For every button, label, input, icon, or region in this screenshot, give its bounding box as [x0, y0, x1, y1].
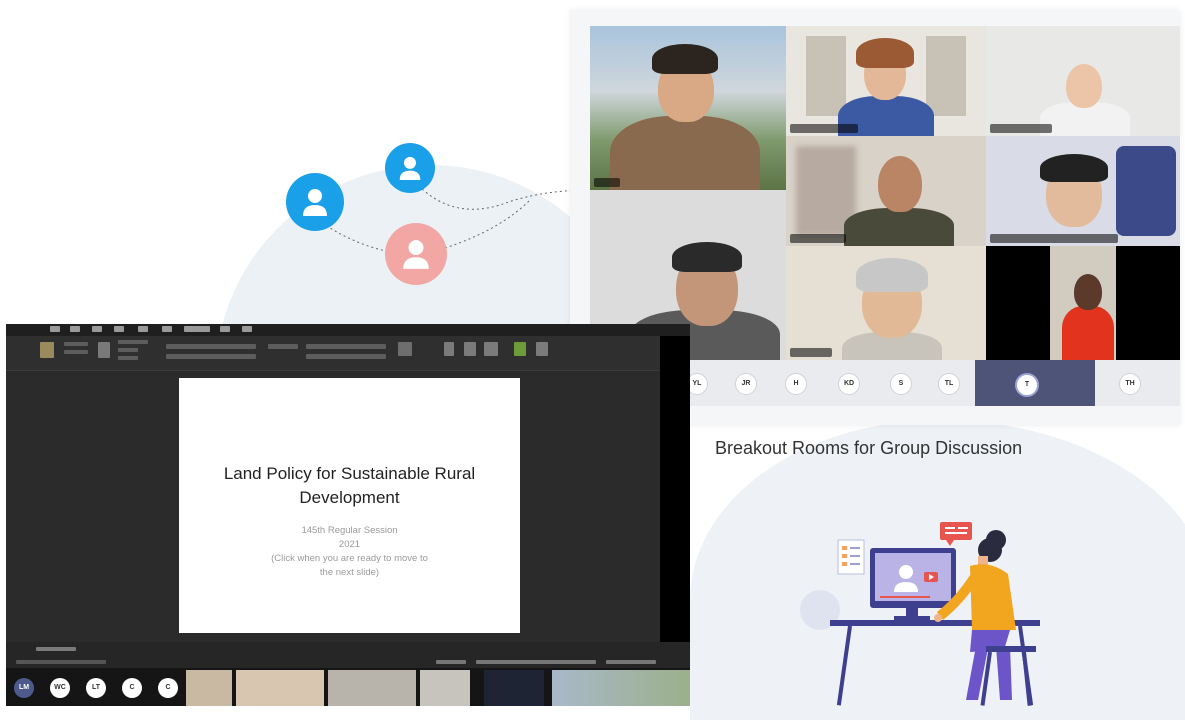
- participant-avatar[interactable]: H: [785, 373, 807, 395]
- ribbon-tabs: [6, 324, 690, 336]
- video-tile[interactable]: [786, 136, 986, 246]
- participant-name-tag: [990, 234, 1118, 243]
- connector-line: [414, 181, 591, 210]
- participant-name-tag: [790, 348, 832, 357]
- slide-subtitle: 145th Regular Session 2021 (Click when y…: [179, 524, 520, 580]
- participant-video-thumb[interactable]: [484, 670, 544, 706]
- video-tile[interactable]: [590, 26, 786, 190]
- slide-instruction: (Click when you are ready to move to: [271, 553, 428, 564]
- participant-video-thumb[interactable]: [328, 670, 416, 706]
- video-tile[interactable]: [986, 246, 1180, 360]
- window-edge: [660, 336, 690, 666]
- participant-video-thumb[interactable]: [420, 670, 470, 706]
- participant-video-thumb[interactable]: [236, 670, 324, 706]
- participant-avatar-active[interactable]: T: [1015, 373, 1039, 397]
- participant-avatar[interactable]: C: [122, 678, 142, 698]
- participant-name-tag: [790, 234, 846, 243]
- slide-title-line: Development: [299, 488, 400, 507]
- slide-session: 145th Regular Session: [301, 525, 398, 536]
- participant-avatar[interactable]: LT: [86, 678, 106, 698]
- participant-name-tag: [990, 124, 1052, 133]
- participant-avatar[interactable]: KD: [838, 373, 860, 395]
- chat-bubble-icon: [940, 522, 972, 546]
- participant-name-tag: [790, 124, 858, 133]
- participant-video-thumb[interactable]: [552, 670, 690, 706]
- user-icon: [303, 189, 327, 216]
- user-node-pink: [385, 223, 447, 285]
- status-bar: [6, 642, 690, 668]
- online-learning-illustration: [800, 522, 1040, 706]
- participant-avatar[interactable]: WC: [50, 678, 70, 698]
- video-tile[interactable]: [786, 246, 986, 360]
- checklist-icon: [837, 539, 865, 575]
- network-connector-lines: [317, 181, 591, 256]
- slide-year: 2021: [338, 539, 361, 550]
- video-grid: [590, 26, 1180, 360]
- participant-avatar[interactable]: LM: [14, 678, 34, 698]
- slide-title-line: Land Policy for Sustainable Rural: [223, 464, 476, 483]
- participant-name-tag: [990, 348, 1050, 357]
- user-node-blue-small: [385, 143, 435, 193]
- participant-avatar[interactable]: TH: [1119, 373, 1141, 395]
- participant-name-tag: [594, 178, 620, 187]
- video-tile[interactable]: [986, 136, 1180, 246]
- ribbon-toolbar: [6, 336, 690, 371]
- participant-video-thumb[interactable]: [186, 670, 232, 706]
- breakout-caption: Breakout Rooms for Group Discussion: [715, 438, 1023, 458]
- participant-avatar[interactable]: C: [158, 678, 178, 698]
- participant-avatar[interactable]: JR: [735, 373, 757, 395]
- user-icon: [403, 240, 429, 269]
- participant-avatar[interactable]: TL: [938, 373, 960, 395]
- meeting-participant-strip: LM WC LT C C: [6, 668, 690, 706]
- participant-avatar[interactable]: S: [890, 373, 912, 395]
- slide-title: Land Policy for Sustainable Rural Develo…: [179, 462, 520, 510]
- user-node-blue-large: [286, 173, 344, 231]
- video-tile[interactable]: [986, 26, 1180, 136]
- video-tile[interactable]: [786, 26, 986, 136]
- user-icon: [399, 156, 421, 180]
- slide-instruction: the next slide): [319, 567, 380, 578]
- slide-canvas: Land Policy for Sustainable Rural Develo…: [179, 378, 520, 633]
